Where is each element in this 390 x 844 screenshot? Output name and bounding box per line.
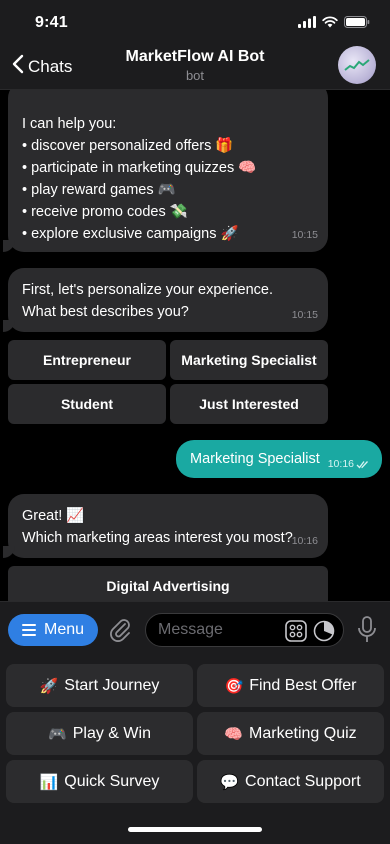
bar-chart-icon: 📊 [39,772,59,791]
inline-button-marketing-specialist[interactable]: Marketing Specialist [170,340,328,380]
double-check-icon [356,460,368,468]
message-line: • discover personalized offers 🎁 [22,138,234,154]
wifi-icon [322,15,338,33]
chat-subtitle: bot [185,68,205,83]
menu-label: Menu [43,621,85,638]
keyboard-button-label: Find Best Offer [249,676,357,694]
keyboard-button-marketing-quiz[interactable]: 🧠 Marketing Quiz [197,712,384,755]
chat-area[interactable]: I can help you: • discover personalized … [0,90,390,601]
message-field[interactable] [145,613,344,647]
chart-logo-icon [344,59,370,71]
message-line: • play reward games 🎮 [22,182,176,198]
message-time: 10:15 [291,309,318,321]
microphone-icon[interactable] [357,616,377,649]
message-text: Marketing Specialist [190,451,320,467]
keyboard-button-label: Play & Win [72,724,151,742]
inline-button-digital-advertising[interactable]: Digital Advertising [8,566,328,601]
outgoing-message-bubble: Marketing Specialist 10:16 [176,440,382,478]
home-indicator [128,827,262,832]
keyboard-button-label: Marketing Quiz [249,724,357,742]
bubble-tail [3,320,15,332]
message-line: Which marketing areas interest you most? [22,530,293,546]
reply-keyboard: 🚀 Start Journey 🎯 Find Best Offer 🎮 Play… [0,657,390,844]
target-icon: 🎯 [224,676,244,695]
attach-icon[interactable] [108,616,132,647]
battery-icon [344,15,370,33]
message-input-bar: Menu [0,601,390,657]
message-line: I can help you: [22,116,117,132]
menu-button[interactable]: Menu [8,614,98,646]
sticker-icon[interactable] [285,620,307,647]
message-line: Great! 📈 [22,508,85,524]
bot-avatar[interactable] [338,46,376,84]
gamepad-icon: 🎮 [48,724,67,743]
brain-icon: 🧠 [224,724,244,743]
signal-icon [298,15,316,33]
message-line: First, let's personalize your experience… [22,282,273,298]
message-time-status: 10:16 [328,458,370,470]
message-input[interactable] [158,614,278,646]
message-time: 10:15 [291,229,318,241]
keyboard-button-quick-survey[interactable]: 📊 Quick Survey [6,760,193,803]
bubble-tail [3,546,15,558]
inline-button-just-interested[interactable]: Just Interested [170,384,328,424]
bubble-tail [3,240,15,252]
rocket-icon: 🚀 [39,676,59,695]
message-bubble: I can help you: • discover personalized … [3,90,328,252]
message-bubble: First, let's personalize your experience… [3,268,328,332]
message-line: What best describes you? [22,304,189,320]
message-time: 10:16 [291,535,318,547]
status-icons [298,15,370,33]
hamburger-icon [21,624,36,636]
schedule-icon[interactable] [313,620,335,647]
chat-header: Chats MarketFlow AI Bot bot [0,44,390,90]
keyboard-button-play-win[interactable]: 🎮 Play & Win [6,712,193,755]
chat-title-block[interactable]: MarketFlow AI Bot bot [0,48,390,83]
message-time: 10:16 [327,458,354,470]
keyboard-button-contact-support[interactable]: 💬 Contact Support [197,760,384,803]
keyboard-button-find-best-offer[interactable]: 🎯 Find Best Offer [197,664,384,707]
keyboard-button-label: Quick Survey [64,772,160,790]
chat-title: MarketFlow AI Bot [125,48,265,65]
keyboard-button-label: Contact Support [245,772,361,790]
message-line: • receive promo codes 💸 [22,204,188,220]
status-time: 9:41 [35,14,68,31]
inline-button-entrepreneur[interactable]: Entrepreneur [8,340,166,380]
status-bar: 9:41 [0,0,390,44]
speech-bubble-icon: 💬 [220,772,240,791]
keyboard-button-label: Start Journey [64,676,160,694]
keyboard-button-start-journey[interactable]: 🚀 Start Journey [6,664,193,707]
message-line: • explore exclusive campaigns 🚀 [22,226,239,242]
inline-button-student[interactable]: Student [8,384,166,424]
message-line: • participate in marketing quizzes 🧠 [22,160,257,176]
message-bubble: Great! 📈 Which marketing areas interest … [3,494,328,558]
